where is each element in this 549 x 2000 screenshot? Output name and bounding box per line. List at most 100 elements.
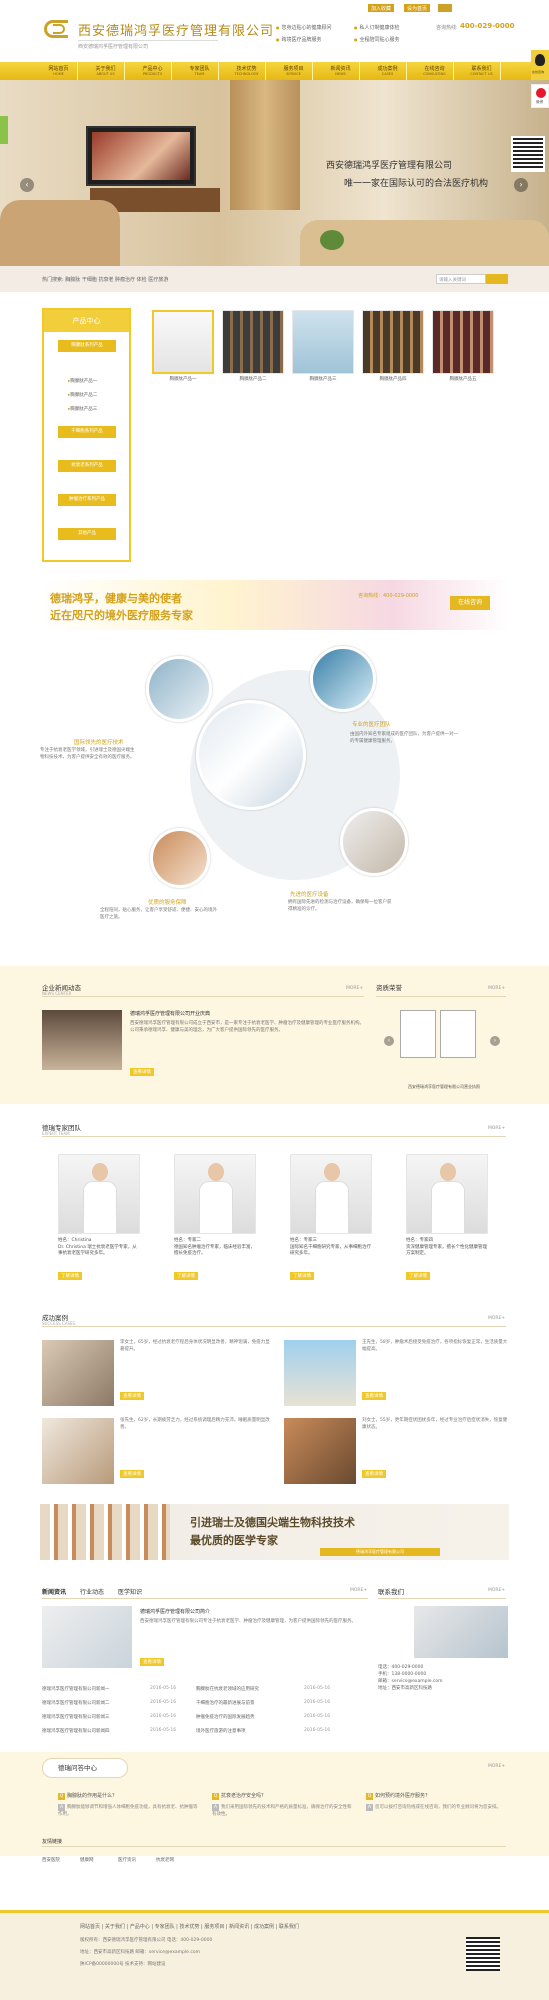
faq-question[interactable]: Q 胸腺肽的作用是什么？ <box>58 1792 117 1800</box>
expert-photo[interactable] <box>174 1154 256 1234</box>
news-list-item[interactable]: 肿瘤免疫治疗的国际发展趋势 <box>196 1714 255 1720</box>
answer-icon: A <box>212 1804 219 1811</box>
nav-item-team[interactable]: 专家团队 TEAM <box>181 62 219 80</box>
expert-detail-button[interactable]: 了解详情 <box>406 1272 430 1280</box>
bookmark-link[interactable]: 加入收藏 <box>368 4 395 12</box>
news-list-item[interactable]: 胸腺肽在抗衰老领域的应用研究 <box>196 1686 259 1692</box>
news-list-item[interactable]: 德瑞鸿孚医疗管理有限公司新闻一 <box>42 1686 110 1692</box>
expert-detail-button[interactable]: 了解详情 <box>58 1272 82 1280</box>
tab-knowledge[interactable]: 医学知识 <box>118 1587 142 1596</box>
hot-search-terms[interactable]: 胸腺肽 干细胞 抗衰老 肿瘤治疗 体检 医疗旅游 <box>65 277 168 283</box>
case-detail-button[interactable]: 查看详情 <box>362 1392 386 1400</box>
product-category[interactable]: 其他产品 <box>58 528 116 540</box>
faq-more-link[interactable]: MORE+ <box>488 1764 505 1769</box>
left-float-tab[interactable] <box>0 116 8 144</box>
product-card[interactable]: 胸腺肽产品三 <box>292 310 354 384</box>
set-homepage-link[interactable]: 设为首页 <box>404 4 431 12</box>
news-headline[interactable]: 德瑞鸿孚医疗管理有限公司开业庆典 <box>130 1010 210 1017</box>
banner-next-arrow-icon[interactable]: › <box>514 178 528 192</box>
friend-link[interactable]: 健康网 <box>80 1858 116 1865</box>
expert-photo[interactable] <box>406 1154 488 1234</box>
case-detail-button[interactable]: 查看详情 <box>362 1470 386 1478</box>
footer-nav[interactable]: 网站首页 | 关于我们 | 产品中心 | 专家团队 | 技术优势 | 服务项目 … <box>80 1923 299 1930</box>
expert-bio: Dr. Christina 瑞士抗衰老医学专家，从事抗衰老医学研究多年。 <box>58 1244 137 1257</box>
expert-detail-button[interactable]: 了解详情 <box>174 1272 198 1280</box>
cases-more-link[interactable]: MORE+ <box>488 1316 505 1321</box>
bottom-news-image[interactable] <box>42 1606 132 1668</box>
news-list-item[interactable]: 德瑞鸿孚医疗管理有限公司新闻三 <box>42 1714 110 1720</box>
news-more-link[interactable]: MORE+ <box>346 986 363 991</box>
product-category[interactable]: 抗衰老系列产品 <box>58 460 116 472</box>
footer-icp[interactable]: 陕ICP备00000000号 技术支持：网站建设 <box>80 1961 166 1967</box>
product-subcategory[interactable]: 胸腺肽产品一 <box>68 378 97 384</box>
expert-detail-button[interactable]: 了解详情 <box>290 1272 314 1280</box>
product-card[interactable]: 胸腺肽产品一 <box>152 310 214 384</box>
online-consult-button[interactable]: 在线咨询 <box>450 596 490 610</box>
search-input[interactable]: 请输入关键词 <box>436 274 486 284</box>
product-card[interactable]: 胸腺肽产品二 <box>222 310 284 384</box>
banner-slogan-1: 西安德瑞鸿孚医疗管理有限公司 <box>326 161 453 171</box>
nav-item-consulting[interactable]: 在线咨询 CONSULTING <box>416 62 454 80</box>
bottom-news-detail-button[interactable]: 查看详情 <box>140 1658 164 1666</box>
bottom-news-more-link[interactable]: MORE+ <box>350 1588 367 1593</box>
nav-item-service[interactable]: 服务项目 SERVICE <box>275 62 313 80</box>
nav-item-home[interactable]: 网站首页 HOME <box>40 62 78 80</box>
product-subcategory[interactable]: 胸腺肽产品二 <box>68 392 97 398</box>
case-detail-button[interactable]: 查看详情 <box>120 1392 144 1400</box>
case-photo[interactable] <box>42 1340 114 1406</box>
nav-item-news[interactable]: 新闻资讯 NEWS <box>322 62 360 80</box>
flag-icon[interactable] <box>438 4 452 12</box>
honor-certificate-image[interactable] <box>440 1010 476 1058</box>
news-list-item[interactable]: 德瑞鸿孚医疗管理有限公司新闻四 <box>42 1728 110 1734</box>
news-list-item[interactable]: 境外医疗旅游的注意事项 <box>196 1728 246 1734</box>
case-photo[interactable] <box>284 1340 356 1406</box>
case-detail-button[interactable]: 查看详情 <box>120 1470 144 1478</box>
bottom-news-headline[interactable]: 德瑞鸿孚医疗管理有限公司简介 <box>140 1608 210 1615</box>
nav-item-cases[interactable]: 成功案例 CASES <box>369 62 407 80</box>
case-photo[interactable] <box>42 1418 114 1484</box>
honor-next-arrow-icon[interactable]: › <box>490 1036 500 1046</box>
product-category[interactable]: 干细胞系列产品 <box>58 426 116 438</box>
news-list-item[interactable]: 德瑞鸿孚医疗管理有限公司新闻二 <box>42 1700 110 1706</box>
hero-banner[interactable]: 西安德瑞鸿孚医疗管理有限公司 唯一一家在国际认可的合法医疗机构 ‹ › <box>0 80 549 266</box>
friend-link[interactable]: 医疗资讯 <box>118 1858 154 1865</box>
advantage-image <box>340 808 408 876</box>
case-photo[interactable] <box>284 1418 356 1484</box>
nav-item-products[interactable]: 产品中心 PRODUCTS <box>134 62 172 80</box>
experts-more-link[interactable]: MORE+ <box>488 1126 505 1131</box>
honor-more-link[interactable]: MORE+ <box>488 986 505 991</box>
friend-link[interactable]: 西安医院 <box>42 1858 78 1865</box>
team-banner[interactable]: 引进瑞士及德国尖端生物科技技术 最优质的医学专家 德瑞鸿孚医疗管理有限公司 <box>40 1504 509 1560</box>
float-weibo-button[interactable]: 微博 <box>531 84 549 108</box>
news-date: 2016-05-16 <box>150 1728 177 1733</box>
expert-photo[interactable] <box>58 1154 140 1234</box>
nav-item-technology[interactable]: 技术优势 TECHNOLOGY <box>228 62 266 80</box>
honor-certificate-image[interactable] <box>400 1010 436 1058</box>
expert-photo[interactable] <box>290 1154 372 1234</box>
banner-prev-arrow-icon[interactable]: ‹ <box>20 178 34 192</box>
nav-item-about[interactable]: 关于我们 ABOUT US <box>87 62 125 80</box>
nav-item-contact[interactable]: 联系我们 CONTACT US <box>463 62 501 80</box>
faq-question[interactable]: Q 如何预约境外医疗服务？ <box>366 1792 430 1800</box>
tab-news[interactable]: 新闻资讯 <box>42 1587 66 1596</box>
product-card[interactable]: 胸腺肽产品四 <box>362 310 424 384</box>
header-link[interactable]: 全程陪同贴心服务 <box>354 36 400 43</box>
advantage-text: 专注于抗衰老医学领域，引进瑞士及德国尖端生物科技技术，为客户提供安全有效的医疗服… <box>40 748 135 760</box>
product-category[interactable]: 胸腺肽系列产品 <box>58 340 116 352</box>
product-subcategory[interactable]: 胸腺肽产品三 <box>68 406 97 412</box>
faq-question[interactable]: Q 抗衰老治疗安全吗？ <box>212 1792 266 1800</box>
news-detail-button[interactable]: 查看详情 <box>130 1068 154 1076</box>
header-link[interactable]: 您身边贴心的健康顾问 <box>276 24 332 31</box>
header-link[interactable]: 跨境医疗品牌服务 <box>276 36 322 43</box>
product-category[interactable]: 肿瘤治疗系列产品 <box>58 494 116 506</box>
contact-more-link[interactable]: MORE+ <box>488 1588 505 1593</box>
friend-link[interactable]: 抗衰老网 <box>156 1858 192 1865</box>
header-link[interactable]: 私人订制健康体检 <box>354 24 400 31</box>
float-qq-button[interactable]: 在线咨询 <box>531 50 549 80</box>
product-card[interactable]: 胸腺肽产品五 <box>432 310 494 384</box>
tab-industry[interactable]: 行业动态 <box>80 1587 104 1596</box>
news-list-item[interactable]: 干细胞治疗的最新进展与前景 <box>196 1700 255 1706</box>
news-image[interactable] <box>42 1010 122 1070</box>
search-button[interactable] <box>486 274 508 284</box>
honor-prev-arrow-icon[interactable]: ‹ <box>384 1036 394 1046</box>
